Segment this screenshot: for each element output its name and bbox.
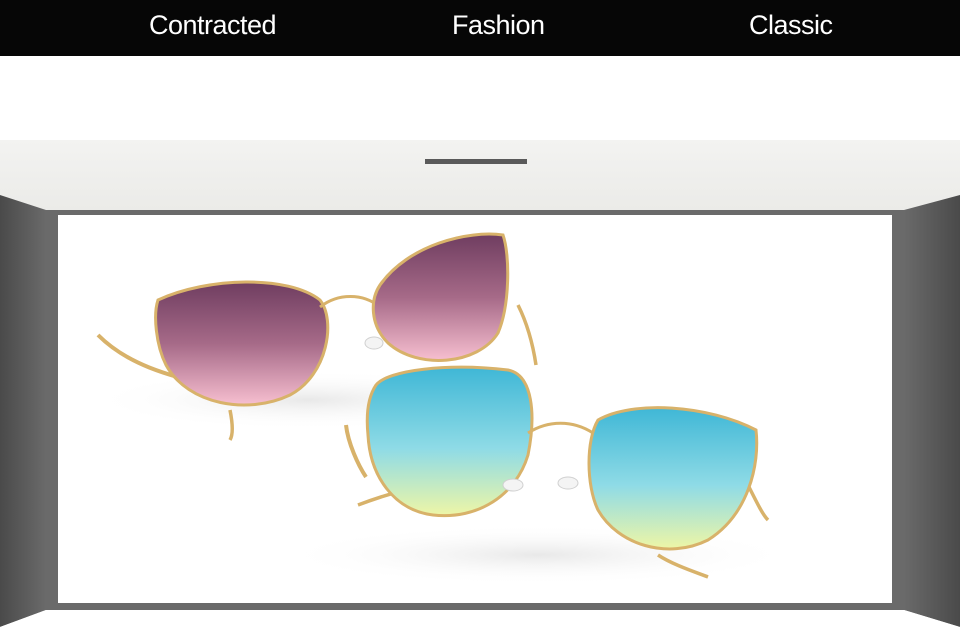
pink-nose-pad: [364, 336, 384, 350]
header-bar: Contracted Fashion Classic: [0, 0, 960, 56]
ceiling-panel: [0, 140, 960, 210]
blue-left-temple: [344, 424, 368, 479]
divider-bar: [425, 159, 527, 164]
pink-bridge: [319, 295, 381, 309]
tagline-fashion: Fashion: [452, 10, 545, 40]
blue-right-lens: [587, 406, 759, 551]
tagline-classic: Classic: [749, 10, 833, 40]
pink-right-lens: [371, 232, 510, 362]
product-photo: [58, 215, 892, 603]
display-box: [0, 140, 960, 627]
blue-right-temple: [746, 484, 770, 522]
blue-nose-pad-right: [557, 476, 579, 490]
right-wall: [904, 195, 960, 627]
pink-right-temple: [516, 304, 538, 366]
left-wall: [0, 195, 46, 627]
floor-strip: [0, 610, 960, 627]
tagline-contracted: Contracted: [149, 10, 277, 40]
sunglasses-illustration: [88, 232, 798, 585]
shadow-blue: [278, 525, 798, 585]
blue-bridge: [527, 421, 594, 435]
blue-nose-pad-left: [502, 478, 524, 492]
blue-left-lens: [365, 365, 534, 518]
